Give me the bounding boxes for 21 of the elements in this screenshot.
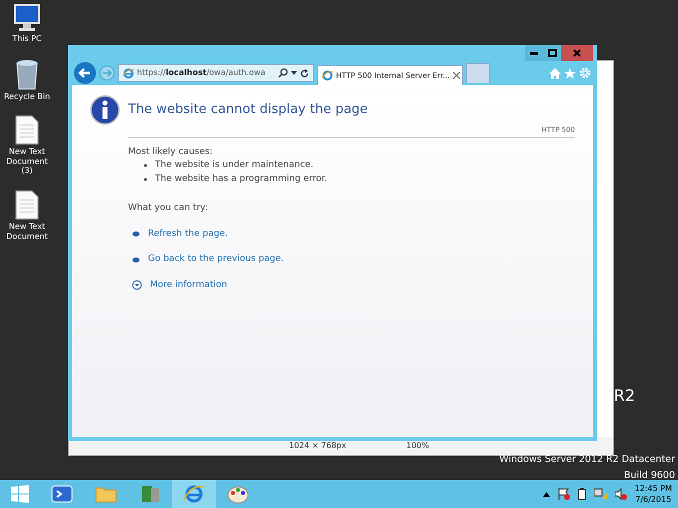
address-field[interactable]: https://localhost/owa/auth.owa [118, 64, 314, 82]
background-text: R2 [614, 385, 635, 407]
icon-label[interactable]: This PC [12, 34, 42, 44]
action-link[interactable]: Refresh the page. [148, 228, 228, 241]
cause-text: The website has a programming error. [155, 172, 328, 186]
os-version-text: Windows Server 2012 R2 Datacenter [499, 453, 675, 467]
status-text: 1024 × 768px [289, 440, 346, 452]
clock-time[interactable]: 12:45 PM [634, 482, 672, 494]
section-label: Most likely causes: [128, 146, 214, 158]
error-heading: The website cannot display the page [128, 101, 368, 120]
os-version-text: Build 9600 [622, 469, 675, 484]
icon-label[interactable]: New Text Document [0, 222, 54, 242]
more-info-link[interactable]: More information [150, 278, 228, 292]
clock-date[interactable]: 7/6/2015 [634, 494, 672, 506]
status-text: 100% [406, 440, 430, 452]
section-label: What you can try: [128, 202, 209, 215]
url-text: https://localhost/owa/auth.owa [137, 67, 266, 79]
icon-label[interactable]: Recycle Bin [4, 92, 50, 102]
icon-label[interactable]: New Text Document (3) [0, 147, 54, 176]
action-link[interactable]: Go back to the previous page. [148, 253, 284, 266]
cause-text: The website is under maintenance. [155, 159, 314, 172]
